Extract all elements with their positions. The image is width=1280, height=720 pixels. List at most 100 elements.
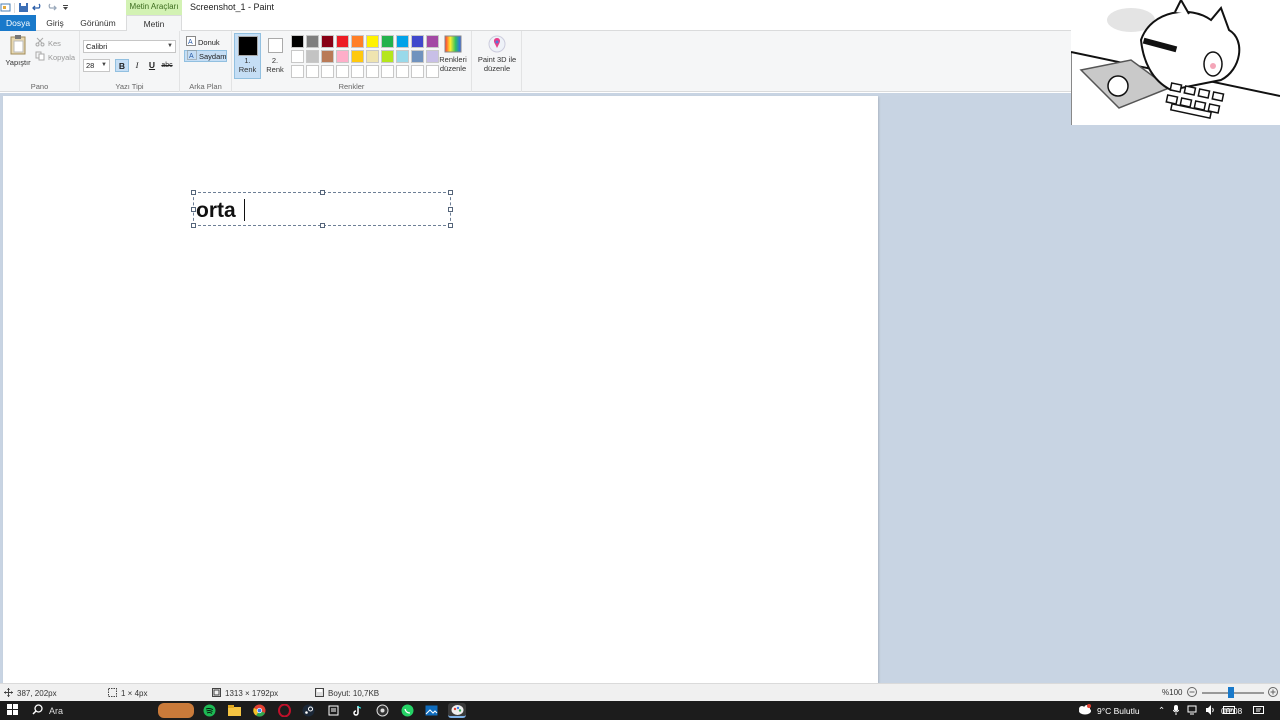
start-button[interactable] bbox=[0, 701, 24, 720]
file-size: Boyut: 10,7KB bbox=[315, 688, 379, 699]
save-icon[interactable] bbox=[18, 2, 29, 13]
image-size-icon bbox=[212, 688, 221, 699]
palette-color-swatch[interactable] bbox=[426, 50, 439, 63]
taskbar-search[interactable]: Ara bbox=[24, 701, 154, 720]
copy-button[interactable]: Kopyala bbox=[35, 51, 75, 63]
palette-color-swatch[interactable] bbox=[306, 50, 319, 63]
color1-button[interactable]: 1. Renk bbox=[234, 33, 261, 79]
palette-color-swatch[interactable] bbox=[306, 35, 319, 48]
weather-widget[interactable]: 9°C Bulutlu bbox=[1076, 701, 1140, 720]
paste-button[interactable]: Yapıştır bbox=[4, 34, 32, 67]
image-size-value: 1313 × 1792px bbox=[225, 689, 279, 698]
palette-color-swatch[interactable] bbox=[321, 65, 334, 78]
palette-color-swatch[interactable] bbox=[381, 50, 394, 63]
resize-handle[interactable] bbox=[320, 223, 325, 228]
paint-taskbar-icon[interactable] bbox=[448, 703, 466, 718]
palette-color-swatch[interactable] bbox=[366, 50, 379, 63]
resize-handle[interactable] bbox=[191, 190, 196, 195]
weather-text: 9°C Bulutlu bbox=[1097, 705, 1140, 716]
microphone-icon[interactable] bbox=[1172, 704, 1180, 717]
palette-color-swatch[interactable] bbox=[366, 65, 379, 78]
redo-icon[interactable] bbox=[46, 2, 57, 13]
tab-home[interactable]: Giriş bbox=[38, 15, 72, 31]
palette-color-swatch[interactable] bbox=[426, 35, 439, 48]
resize-handle[interactable] bbox=[448, 223, 453, 228]
edit-with-paint3d-button[interactable]: Paint 3D ile düzenle bbox=[474, 35, 520, 73]
whatsapp-icon[interactable] bbox=[400, 703, 415, 718]
search-icon bbox=[32, 704, 43, 717]
font-size-select[interactable]: 28 ▼ bbox=[83, 59, 110, 72]
palette-color-swatch[interactable] bbox=[351, 65, 364, 78]
news-widget-icon[interactable] bbox=[158, 703, 194, 718]
palette-color-swatch[interactable] bbox=[381, 35, 394, 48]
strikethrough-button[interactable]: abc bbox=[160, 59, 174, 72]
tab-text[interactable]: Metin bbox=[126, 15, 182, 32]
underline-button[interactable]: U bbox=[145, 59, 159, 72]
zoom-slider-thumb[interactable] bbox=[1228, 687, 1234, 698]
svg-text:A: A bbox=[189, 53, 194, 60]
cut-button[interactable]: Kes bbox=[35, 37, 61, 49]
chevron-up-icon[interactable]: ⌃ bbox=[1158, 705, 1165, 716]
palette-color-swatch[interactable] bbox=[336, 65, 349, 78]
notifications-icon[interactable] bbox=[1253, 701, 1264, 720]
font-family-select[interactable]: Calibri ▼ bbox=[83, 40, 176, 53]
chevron-down-icon: ▼ bbox=[101, 62, 107, 68]
drawing-canvas[interactable]: orta bbox=[3, 96, 878, 683]
quick-access-toolbar bbox=[0, 1, 71, 14]
windows-icon bbox=[6, 704, 18, 717]
palette-color-swatch[interactable] bbox=[351, 50, 364, 63]
network-icon[interactable] bbox=[1187, 705, 1197, 717]
spotify-icon[interactable] bbox=[202, 703, 217, 718]
palette-color-swatch[interactable] bbox=[396, 50, 409, 63]
volume-icon[interactable] bbox=[1205, 704, 1215, 717]
palette-color-swatch[interactable] bbox=[321, 35, 334, 48]
opera-icon[interactable] bbox=[277, 703, 292, 718]
customize-qat-icon[interactable] bbox=[60, 2, 71, 13]
opaque-option[interactable]: A Donuk bbox=[184, 36, 227, 48]
palette-color-swatch[interactable] bbox=[411, 35, 424, 48]
color2-button[interactable]: 2. Renk bbox=[263, 35, 287, 74]
resize-handle[interactable] bbox=[448, 190, 453, 195]
steam-icon[interactable] bbox=[301, 703, 316, 718]
settings-app-icon[interactable] bbox=[326, 703, 341, 718]
palette-color-swatch[interactable] bbox=[411, 65, 424, 78]
zoom-out-button[interactable] bbox=[1187, 687, 1197, 697]
photos-icon[interactable] bbox=[424, 703, 439, 718]
palette-color-swatch[interactable] bbox=[426, 65, 439, 78]
tab-file[interactable]: Dosya bbox=[0, 15, 36, 31]
palette-color-swatch[interactable] bbox=[381, 65, 394, 78]
palette-color-swatch[interactable] bbox=[291, 50, 304, 63]
resize-handle[interactable] bbox=[191, 223, 196, 228]
clock[interactable]: 00:08 bbox=[1221, 701, 1242, 720]
canvas-text: orta bbox=[196, 199, 236, 222]
palette-color-swatch[interactable] bbox=[291, 65, 304, 78]
palette-color-swatch[interactable] bbox=[336, 50, 349, 63]
resize-handle[interactable] bbox=[320, 190, 325, 195]
palette-color-swatch[interactable] bbox=[411, 50, 424, 63]
palette-color-swatch[interactable] bbox=[366, 35, 379, 48]
chrome-icon[interactable] bbox=[252, 703, 267, 718]
italic-button[interactable]: I bbox=[130, 59, 144, 72]
color2-label-line1: 2. bbox=[271, 56, 279, 65]
resize-handle[interactable] bbox=[448, 207, 453, 212]
bold-button[interactable]: B bbox=[115, 59, 129, 72]
palette-color-swatch[interactable] bbox=[336, 35, 349, 48]
palette-color-swatch[interactable] bbox=[396, 65, 409, 78]
transparent-option[interactable]: A Saydam bbox=[184, 50, 227, 62]
zoom-in-button[interactable] bbox=[1268, 687, 1278, 697]
palette-color-swatch[interactable] bbox=[291, 35, 304, 48]
tab-view[interactable]: Görünüm bbox=[74, 15, 122, 31]
text-box[interactable]: orta bbox=[191, 190, 453, 228]
tiktok-icon[interactable] bbox=[350, 703, 365, 718]
background-group-label: Arka Plan bbox=[189, 82, 222, 91]
window-title: Screenshot_1 - Paint bbox=[190, 2, 275, 12]
palette-color-swatch[interactable] bbox=[321, 50, 334, 63]
undo-icon[interactable] bbox=[32, 2, 43, 13]
selection-size-value: 1 × 4px bbox=[121, 689, 148, 698]
palette-color-swatch[interactable] bbox=[351, 35, 364, 48]
file-explorer-icon[interactable] bbox=[227, 703, 242, 718]
palette-color-swatch[interactable] bbox=[306, 65, 319, 78]
edit-colors-button[interactable]: Renkleri düzenle bbox=[436, 35, 470, 73]
obs-icon[interactable] bbox=[375, 703, 390, 718]
palette-color-swatch[interactable] bbox=[396, 35, 409, 48]
